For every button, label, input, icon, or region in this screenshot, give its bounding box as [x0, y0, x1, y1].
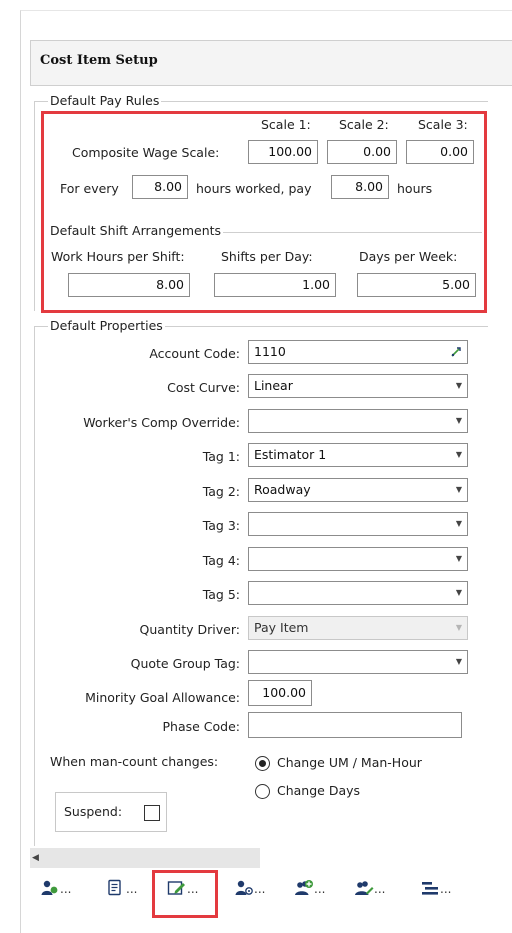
chevron-down-icon: ▼: [455, 554, 462, 563]
toolbar-btn-assign[interactable]: ...: [38, 874, 78, 900]
toolbar-btn-edit[interactable]: ...: [165, 874, 205, 900]
shifts-per-day-input[interactable]: 1.00: [214, 273, 336, 297]
account-code-value: 1110: [254, 344, 286, 359]
chevron-down-icon: ▼: [455, 657, 462, 666]
toolbar-dots: ...: [314, 882, 326, 896]
scale-1-input[interactable]: 100.00: [248, 140, 318, 164]
tag-5-select[interactable]: ▼: [248, 581, 468, 605]
account-code-picker-icon[interactable]: [450, 346, 462, 358]
toolbar-dots: ...: [187, 882, 199, 896]
toolbar-dots: ...: [126, 882, 138, 896]
scale-2-header: Scale 2:: [339, 117, 389, 132]
hours-worked-label: hours worked, pay: [196, 181, 312, 196]
tag-1-label: Tag 1:: [202, 449, 240, 464]
properties-group-label: Default Properties: [48, 318, 165, 333]
change-days-label[interactable]: Change Days: [277, 783, 360, 798]
tag-2-value: Roadway: [254, 482, 311, 497]
quote-group-tag-select[interactable]: ▼: [248, 650, 468, 674]
pay-rules-group-side: [34, 101, 35, 311]
scale-3-input[interactable]: 0.00: [406, 140, 474, 164]
scale-3-header: Scale 3:: [418, 117, 468, 132]
tag-1-select[interactable]: Estimator 1 ▼: [248, 443, 468, 467]
toolbar-dots: ...: [374, 882, 386, 896]
quantity-driver-select: Pay Item ▼: [248, 616, 468, 640]
suspend-checkbox[interactable]: [144, 805, 160, 821]
phase-code-input[interactable]: [248, 712, 462, 738]
chevron-down-icon: ▼: [455, 450, 462, 459]
toolbar-btn-gantt[interactable]: ...: [418, 874, 458, 900]
account-code-label: Account Code:: [149, 346, 240, 361]
group-add-icon: [295, 880, 313, 895]
change-um-radio[interactable]: [255, 756, 270, 771]
pay-rules-group-label: Default Pay Rules: [48, 93, 162, 108]
toolbar-dots: ...: [60, 882, 72, 896]
for-every-label: For every: [60, 181, 119, 196]
properties-group-side: [34, 326, 35, 846]
gantt-icon: [422, 882, 438, 895]
phase-code-label: Phase Code:: [162, 719, 240, 734]
chevron-down-icon: ▼: [455, 519, 462, 528]
horizontal-scrollbar[interactable]: [30, 848, 260, 868]
chevron-down-icon: ▼: [455, 485, 462, 494]
tag-4-select[interactable]: ▼: [248, 547, 468, 571]
account-code-input[interactable]: 1110: [248, 340, 468, 364]
group-edit-icon: [355, 881, 374, 895]
toolbar-btn-document[interactable]: ...: [104, 874, 144, 900]
for-every-hours-input[interactable]: 8.00: [132, 175, 188, 199]
scroll-left-icon[interactable]: ◀: [32, 852, 44, 864]
cost-curve-value: Linear: [254, 378, 293, 393]
person-settings-icon: [235, 880, 253, 895]
tag-2-select[interactable]: Roadway ▼: [248, 478, 468, 502]
shifts-per-day-label: Shifts per Day:: [221, 249, 313, 264]
quantity-driver-label: Quantity Driver:: [139, 622, 240, 637]
chevron-down-icon: ▼: [455, 416, 462, 425]
suspend-label: Suspend:: [64, 804, 123, 819]
tag-3-label: Tag 3:: [202, 518, 240, 533]
days-per-week-input[interactable]: 5.00: [357, 273, 476, 297]
toolbar-btn-crew[interactable]: ...: [232, 874, 272, 900]
work-hours-per-shift-input[interactable]: 8.00: [68, 273, 190, 297]
document-icon: [108, 879, 121, 896]
chevron-down-icon: ▼: [455, 381, 462, 390]
tag-4-label: Tag 4:: [202, 553, 240, 568]
edit-icon: [167, 881, 185, 895]
workers-comp-label: Worker's Comp Override:: [83, 415, 240, 430]
workers-comp-select[interactable]: ▼: [248, 409, 468, 433]
tag-2-label: Tag 2:: [202, 484, 240, 499]
cost-curve-label: Cost Curve:: [167, 380, 240, 395]
tag-3-select[interactable]: ▼: [248, 512, 468, 536]
pay-hours-input[interactable]: 8.00: [331, 175, 389, 199]
scale-2-input[interactable]: 0.00: [327, 140, 397, 164]
toolbar-dots: ...: [440, 882, 452, 896]
person-add-icon: [41, 880, 58, 895]
days-per-week-label: Days per Week:: [359, 249, 458, 264]
quote-group-tag-label: Quote Group Tag:: [130, 656, 240, 671]
work-hours-per-shift-label: Work Hours per Shift:: [51, 249, 185, 264]
tag-5-label: Tag 5:: [202, 587, 240, 602]
quantity-driver-value: Pay Item: [254, 620, 309, 635]
page-title: Cost Item Setup: [40, 53, 158, 68]
tag-1-value: Estimator 1: [254, 447, 327, 462]
toolbar-btn-add-crew[interactable]: ...: [292, 874, 332, 900]
change-um-label[interactable]: Change UM / Man-Hour: [277, 755, 422, 770]
chevron-down-icon: ▼: [455, 623, 462, 632]
toolbar-dots: ...: [254, 882, 266, 896]
cost-curve-select[interactable]: Linear ▼: [248, 374, 468, 398]
shift-group-label: Default Shift Arrangements: [48, 223, 224, 238]
man-count-label: When man-count changes:: [50, 754, 219, 769]
hours-label: hours: [397, 181, 433, 196]
chevron-down-icon: ▼: [455, 588, 462, 597]
composite-wage-scale-label: Composite Wage Scale:: [72, 145, 220, 160]
minority-goal-input[interactable]: 100.00: [248, 680, 312, 706]
minority-goal-label: Minority Goal Allowance:: [85, 690, 240, 705]
change-days-radio[interactable]: [255, 784, 270, 799]
scale-1-header: Scale 1:: [261, 117, 311, 132]
toolbar-btn-crew-edit[interactable]: ...: [352, 874, 392, 900]
